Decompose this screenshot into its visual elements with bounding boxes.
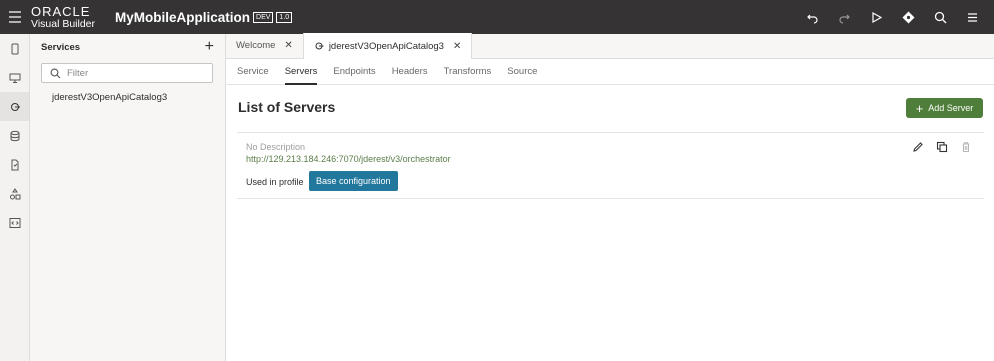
header-actions xyxy=(796,0,988,34)
duplicate-icon[interactable] xyxy=(936,141,948,153)
tab-welcome[interactable]: Welcome ✕ xyxy=(226,33,303,58)
services-title: Services xyxy=(41,41,81,53)
git-icon[interactable] xyxy=(892,0,924,34)
app-header: ORACLE Visual Builder MyMobileApplicatio… xyxy=(0,0,994,34)
dev-badge: DEV xyxy=(253,11,274,23)
redo-icon[interactable] xyxy=(828,0,860,34)
server-actions xyxy=(912,141,972,153)
filter-input[interactable] xyxy=(67,67,207,79)
add-server-button[interactable]: + Add Server xyxy=(906,98,983,118)
profile-badge-button[interactable]: Base configuration xyxy=(309,171,398,191)
plus-icon: + xyxy=(915,100,924,116)
services-icon[interactable] xyxy=(0,92,29,121)
close-icon[interactable]: ✕ xyxy=(453,41,461,52)
tab-service[interactable]: jderestV3OpenApiCatalog3 ✕ xyxy=(302,33,473,59)
service-item[interactable]: jderestV3OpenApiCatalog3 xyxy=(52,92,225,103)
services-panel-header: Services + xyxy=(30,34,225,60)
service-subtabs: Service Servers Endpoints Headers Transf… xyxy=(226,59,994,85)
delete-icon[interactable] xyxy=(960,141,972,153)
app-name[interactable]: MyMobileApplication xyxy=(115,10,250,25)
server-card: No Description http://129.213.184.246:70… xyxy=(237,132,984,199)
subtab-endpoints[interactable]: Endpoints xyxy=(333,59,375,85)
brand-visual-builder: Visual Builder xyxy=(31,17,96,30)
editor-area: Welcome ✕ jderestV3OpenApiCatalog3 ✕ Ser… xyxy=(226,33,994,361)
server-url: http://129.213.184.246:7070/jderest/v3/o… xyxy=(246,154,451,164)
add-server-label: Add Server xyxy=(928,103,974,113)
subtab-source[interactable]: Source xyxy=(507,59,537,85)
desktop-icon[interactable] xyxy=(0,63,29,92)
oracle-logo: ORACLE Visual Builder xyxy=(31,5,95,30)
close-icon[interactable]: ✕ xyxy=(284,40,292,51)
subtab-headers[interactable]: Headers xyxy=(392,59,428,85)
version-badge: 1.0 xyxy=(276,11,293,23)
mobile-device-icon[interactable] xyxy=(0,34,29,63)
add-service-icon[interactable]: + xyxy=(205,39,214,55)
editor-tabs: Welcome ✕ jderestV3OpenApiCatalog3 ✕ xyxy=(226,33,994,59)
components-icon[interactable] xyxy=(0,179,29,208)
run-icon[interactable] xyxy=(860,0,892,34)
database-icon[interactable] xyxy=(0,121,29,150)
server-description: No Description xyxy=(246,142,306,152)
business-rules-icon[interactable] xyxy=(0,150,29,179)
services-panel: Services + jderestV3OpenApiCatalog3 xyxy=(30,34,226,361)
left-rail xyxy=(0,34,30,361)
brand-oracle: ORACLE xyxy=(31,3,91,19)
search-icon xyxy=(50,68,61,78)
subtab-servers[interactable]: Servers xyxy=(284,59,317,85)
used-in-profile-label: Used in profile xyxy=(246,177,304,187)
tab-label: Welcome xyxy=(236,40,276,51)
services-icon xyxy=(315,42,324,50)
menu-icon[interactable] xyxy=(956,0,988,34)
filter-field[interactable] xyxy=(41,63,213,83)
search-icon[interactable] xyxy=(924,0,956,34)
edit-icon[interactable] xyxy=(912,141,924,153)
subtab-transforms[interactable]: Transforms xyxy=(444,59,492,85)
tab-label: jderestV3OpenApiCatalog3 xyxy=(328,40,444,52)
undo-icon[interactable] xyxy=(796,0,828,34)
subtab-service[interactable]: Service xyxy=(237,59,269,85)
navigator-menu-icon[interactable] xyxy=(0,0,30,34)
page-title: List of Servers xyxy=(238,99,336,115)
source-code-icon[interactable] xyxy=(0,208,29,237)
